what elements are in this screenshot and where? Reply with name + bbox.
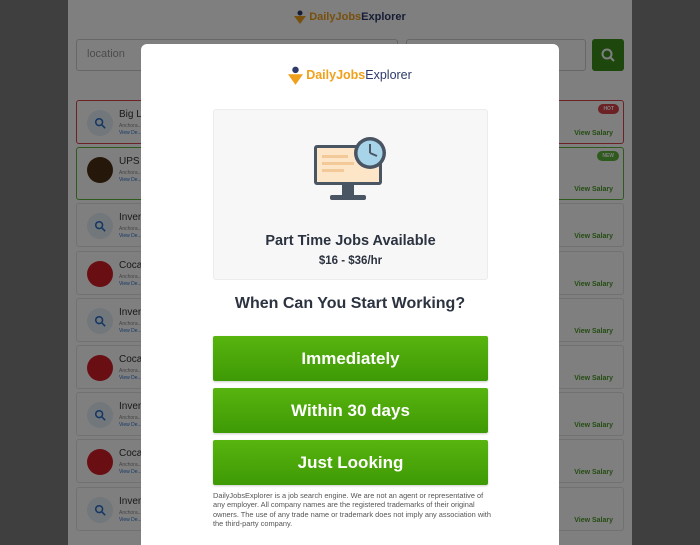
start-question: When Can You Start Working? xyxy=(234,295,466,312)
disclaimer-text: DailyJobsExplorer is a job search engine… xyxy=(213,491,491,529)
computer-monitor-clock-icon xyxy=(314,137,386,200)
immediately-button[interactable]: Immediately xyxy=(213,336,488,381)
within-30-days-button[interactable]: Within 30 days xyxy=(213,388,488,433)
card-title: Part Time Jobs Available xyxy=(265,233,436,249)
just-looking-button[interactable]: Just Looking xyxy=(213,440,488,485)
modal-logo: DailyJobsExplorer xyxy=(141,66,559,85)
logo-icon xyxy=(288,66,304,85)
pay-range: $16 - $36/hr xyxy=(318,255,383,267)
job-availability-modal: DailyJobsExplorer Part Time Jobs Availab… xyxy=(141,44,559,545)
job-info-card: Part Time Jobs Available $16 - $36/hr xyxy=(213,109,488,280)
